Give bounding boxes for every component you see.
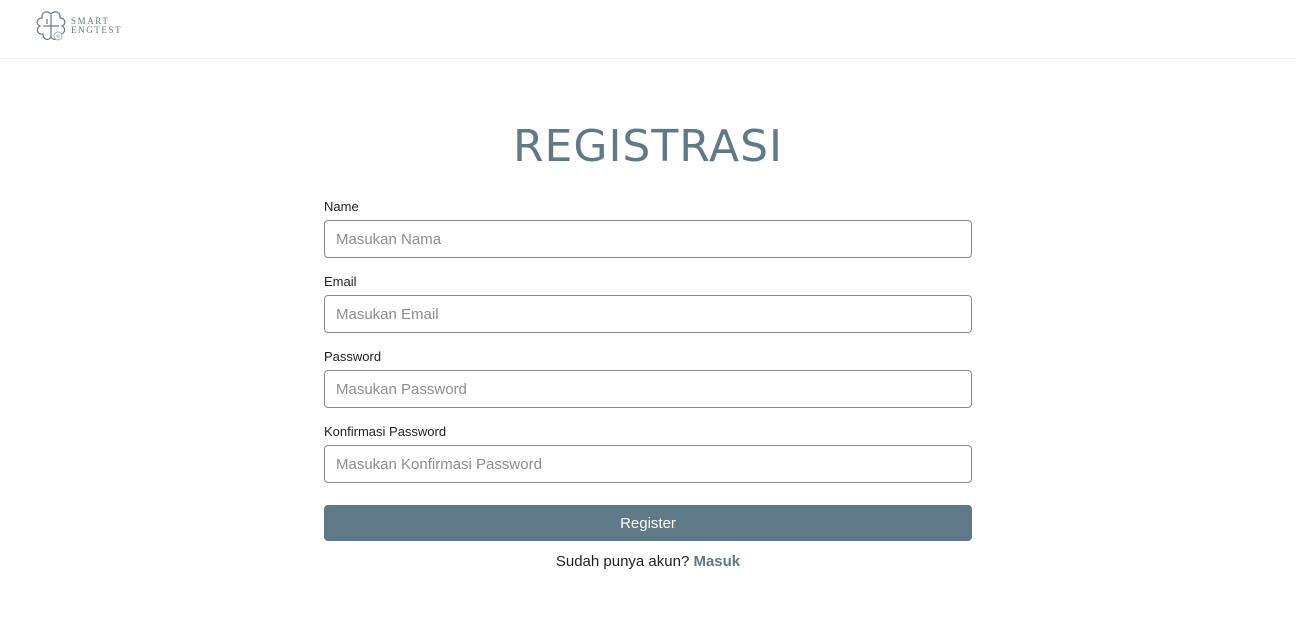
email-field-group: Email [324,274,972,333]
confirm-password-input[interactable] [324,445,972,483]
password-label: Password [324,349,382,364]
email-label: Email [324,274,357,289]
password-field-group: Password [324,349,972,408]
name-field-group: Name [324,199,972,258]
password-input[interactable] [324,370,972,408]
page-title: REGISTRASI [512,121,784,172]
registration-form: Name Email Password Konfirmasi Password … [324,199,972,570]
name-input[interactable] [324,220,972,258]
brand-logo[interactable]: SMART ENGTEST [35,10,122,42]
top-navbar: SMART ENGTEST [0,0,1296,59]
register-button[interactable]: Register [324,505,972,541]
confirm-password-field-group: Konfirmasi Password [324,424,972,483]
logo-line-engtest: ENGTEST [71,25,123,35]
name-label: Name [324,199,359,214]
login-link[interactable]: Masuk [693,553,740,570]
login-prompt-text: Sudah punya akun? [555,553,694,570]
login-prompt: Sudah punya akun? Masuk [324,553,972,570]
logo-text: SMART ENGTEST [71,17,122,35]
email-input[interactable] [324,295,972,333]
confirm-password-label: Konfirmasi Password [324,424,447,439]
clover-book-logo-icon [36,11,66,41]
